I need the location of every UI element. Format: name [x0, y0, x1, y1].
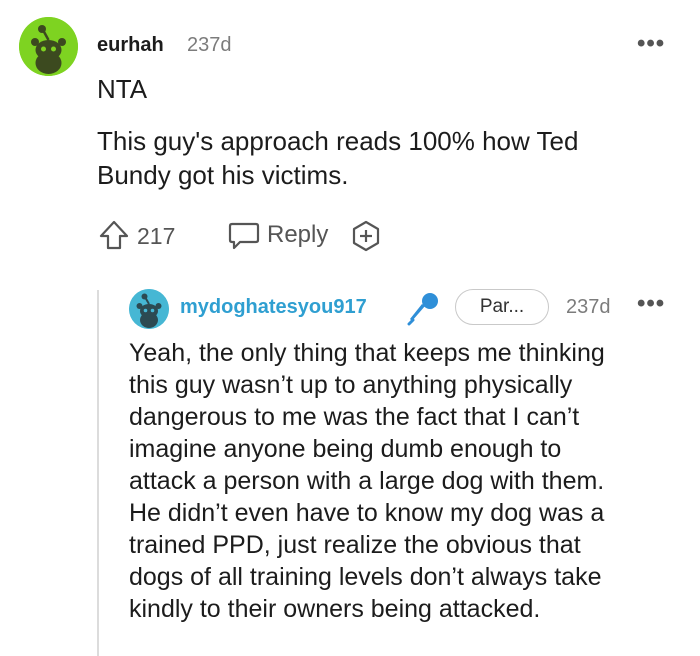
- microphone-icon: [404, 290, 442, 326]
- reply-body-line: imagine anyone being dumb enough to: [129, 435, 562, 463]
- reply-username[interactable]: mydoghatesyou917: [180, 296, 367, 319]
- reply-body-line: kindly to their owners being attacked.: [129, 595, 541, 623]
- reply-body-line: He didn’t even have to know my dog was a: [129, 499, 605, 527]
- comment-body-line: NTA: [97, 74, 148, 104]
- more-options-icon[interactable]: •••: [637, 290, 665, 318]
- comment-thread: eurhah 237d ••• NTA This guy's approach …: [0, 0, 700, 656]
- reply-avatar[interactable]: [129, 289, 169, 329]
- user-flair-badge[interactable]: Par...: [455, 289, 549, 325]
- comment-actions: 217 Reply: [97, 215, 497, 255]
- more-options-icon[interactable]: •••: [637, 30, 665, 58]
- reply-body-line: dogs of all training levels don’t always…: [129, 563, 602, 591]
- upvote-icon[interactable]: [97, 219, 131, 251]
- reply-body-line: attack a person with a large dog with th…: [129, 467, 605, 495]
- snoo-avatar-icon: [19, 17, 78, 76]
- award-icon[interactable]: [349, 219, 383, 253]
- reply-body-line: dangerous to me was the fact that I can’…: [129, 403, 580, 431]
- reply-age: 237d: [566, 296, 611, 318]
- reply-body-line: trained PPD, just realize the obvious th…: [129, 531, 581, 559]
- reply-body-line: Yeah, the only thing that keeps me think…: [129, 339, 605, 367]
- comment-username[interactable]: eurhah: [97, 34, 164, 57]
- comment-body-paragraph: This guy's approach reads 100% how Ted B…: [97, 126, 579, 190]
- comment-age: 237d: [187, 34, 232, 56]
- vote-count: 217: [137, 223, 176, 249]
- thread-line[interactable]: [97, 290, 99, 656]
- reply-body: Yeah, the only thing that keeps me think…: [129, 337, 689, 625]
- snoo-avatar-icon: [129, 289, 169, 329]
- reply-icon[interactable]: [227, 219, 261, 251]
- reply-body-line: this guy wasn’t up to anything physicall…: [129, 371, 573, 399]
- reply-button[interactable]: Reply: [267, 221, 328, 249]
- avatar[interactable]: [19, 17, 78, 76]
